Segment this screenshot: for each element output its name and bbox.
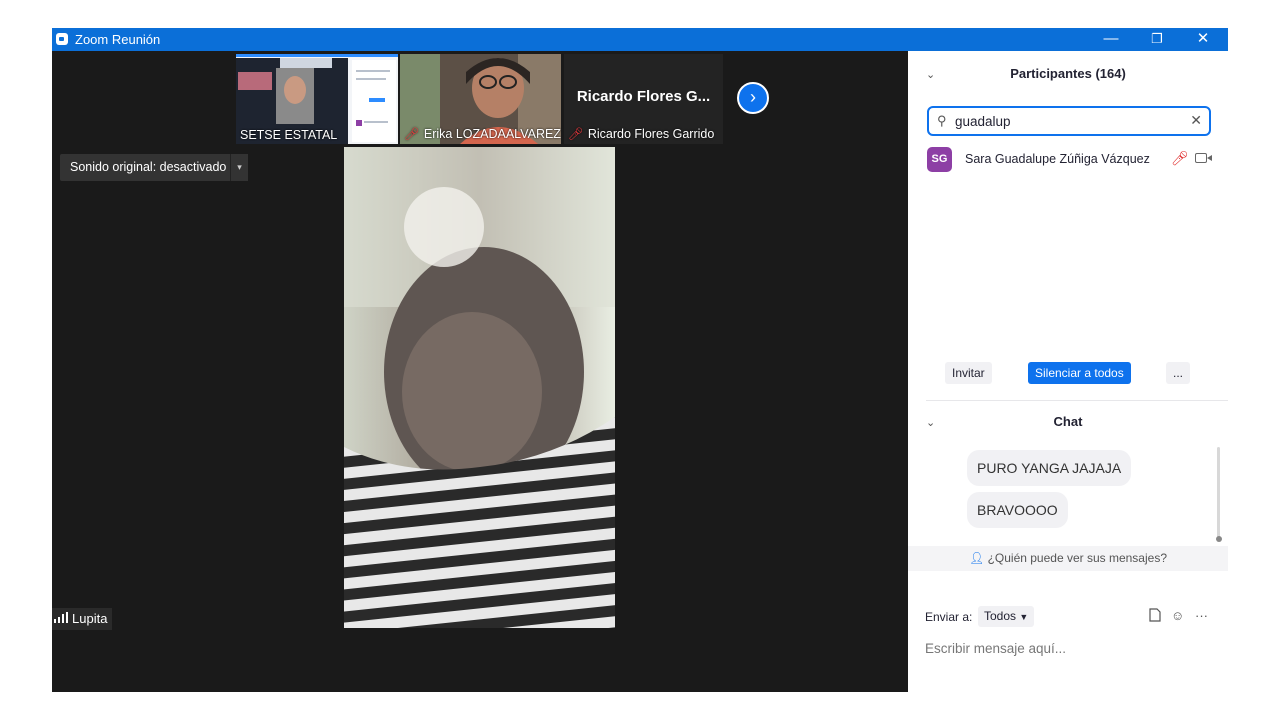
thumbnail-name: SETSE ESTATAL [240, 128, 338, 142]
side-panel: ⌄ Participantes (164) ⚲ ✕ SG Sara Guadal… [908, 51, 1228, 692]
next-page-button[interactable]: › [737, 82, 769, 114]
chat-message: BRAVOOOO [967, 492, 1068, 528]
muted-mic-icon: 🎤︎ [404, 127, 420, 141]
chevron-down-icon: ▼ [1019, 612, 1029, 622]
send-to-dropdown[interactable]: Todos ▼ [978, 606, 1035, 627]
participant-row[interactable]: SG Sara Guadalupe Zúñiga Vázquez 🎤︎ [927, 147, 1217, 173]
send-to-label: Enviar a: [925, 610, 973, 624]
search-input[interactable] [955, 111, 1185, 131]
user-lock-icon: 👤︎ [968, 551, 985, 565]
more-options-icon[interactable]: ··· [1195, 608, 1208, 623]
muted-mic-icon[interactable]: 🎤︎ [1171, 150, 1189, 167]
speaker-name-tag: Lupita [52, 608, 113, 630]
speaker-video-frame [344, 147, 615, 628]
thumbnail-name: 🎤︎ Ricardo Flores Garrido [568, 127, 715, 141]
muted-mic-icon: 🎤︎ [568, 127, 584, 141]
camera-icon[interactable] [1195, 153, 1212, 163]
original-sound-button[interactable]: Sonido original: desactivado [60, 154, 237, 181]
chat-scrollbar[interactable] [1217, 447, 1220, 541]
participant-search[interactable]: ⚲ ✕ [927, 106, 1211, 136]
participant-thumbnail[interactable]: 🎤︎ Erika LOZADAALVAREZ [400, 54, 561, 144]
file-icon[interactable] [1149, 608, 1161, 625]
scrollbar-thumb[interactable] [1216, 536, 1222, 542]
participant-name: Sara Guadalupe Zúñiga Vázquez [965, 152, 1150, 166]
chevron-down-icon[interactable]: ▾ [230, 154, 248, 181]
clear-search-icon[interactable]: ✕ [1190, 112, 1202, 129]
active-speaker-video [344, 147, 615, 628]
zoom-logo-icon [56, 33, 68, 45]
chat-header: Chat [1053, 414, 1083, 429]
emoji-icon[interactable]: ☺ [1171, 608, 1184, 623]
message-visibility-hint[interactable]: 👤︎ ¿Quién puede ver sus mensajes? [908, 546, 1228, 571]
divider [926, 400, 1228, 401]
participant-thumbnail[interactable]: Ricardo Flores G... 🎤︎ Ricardo Flores Gar… [564, 54, 723, 144]
invite-button[interactable]: Invitar [945, 362, 992, 384]
chat-message: PURO YANGA JAJAJA [967, 450, 1132, 486]
title-bar: Zoom Reunión — ❐ ✕ [52, 28, 1228, 51]
thumbnail-display-name: Ricardo Flores G... [576, 88, 711, 105]
video-area: SETSE ESTATAL 🎤︎ Erika LOZADAALVAREZ Rica… [52, 51, 908, 692]
restore-button[interactable]: ❐ [1134, 28, 1180, 51]
avatar: SG [927, 147, 952, 172]
zoom-window: Zoom Reunión — ❐ ✕ SETSE ESTATAL 🎤︎ Erik… [52, 28, 1228, 692]
participants-header: Participantes (164) [1010, 66, 1126, 81]
close-button[interactable]: ✕ [1180, 28, 1226, 51]
participant-thumbnail[interactable]: SETSE ESTATAL [236, 54, 398, 144]
mute-all-button[interactable]: Silenciar a todos [1028, 362, 1131, 384]
minimize-button[interactable]: — [1088, 28, 1134, 51]
search-icon: ⚲ [937, 113, 947, 128]
signal-strength-icon [54, 608, 68, 630]
window-title: Zoom Reunión [75, 32, 161, 47]
message-input[interactable]: Escribir mensaje aquí... [925, 641, 1215, 656]
more-button[interactable]: ... [1166, 362, 1190, 384]
thumbnail-name: 🎤︎ Erika LOZADAALVAREZ [404, 127, 561, 141]
